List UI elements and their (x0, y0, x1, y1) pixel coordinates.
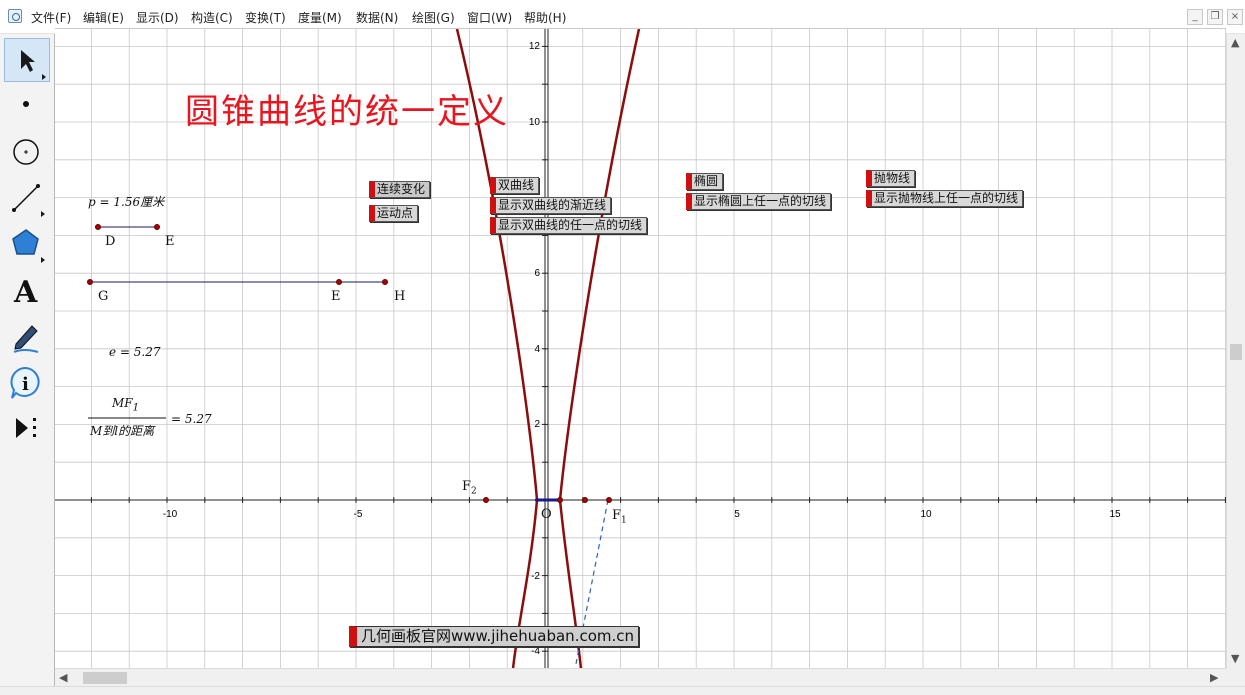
focus-f1-point (606, 497, 612, 503)
label-h: H (394, 289, 406, 304)
point-g (87, 279, 93, 285)
compass-circle-icon[interactable] (4, 130, 50, 174)
axis-point (582, 497, 588, 503)
minimize-icon[interactable]: _ (1187, 9, 1203, 25)
polygon-icon[interactable] (4, 222, 50, 266)
horizontal-scrollbar[interactable]: ◀ ▶ (55, 668, 1226, 686)
menu-display[interactable]: 显示(D) (136, 9, 179, 26)
scroll-up-icon[interactable]: ▲ (1231, 36, 1239, 49)
info-tool-glyph: i (22, 374, 29, 395)
vertex-right-point (557, 497, 563, 503)
straightedge-icon[interactable] (4, 176, 50, 220)
menu-window[interactable]: 窗口(W) (467, 9, 512, 26)
point-d (95, 224, 101, 230)
label-origin: O (541, 507, 552, 522)
menu-help[interactable]: 帮助(H) (524, 9, 566, 26)
menu-transform[interactable]: 变换(T) (245, 9, 286, 26)
point-e2 (336, 279, 342, 285)
x-tick-label: 15 (1109, 509, 1121, 520)
y-tick-label: -2 (531, 571, 540, 582)
ratio-numerator-subscript: 1 (132, 402, 139, 414)
x-tick-label: 10 (920, 509, 932, 520)
label-e2: E (331, 289, 341, 304)
x-tick-label: -5 (354, 509, 363, 520)
continuous-change-button[interactable]: 连续变化 (369, 181, 431, 198)
measure-e: e = 5.27 (109, 345, 161, 359)
label-f1-subscript: 1 (621, 515, 627, 526)
app-icon[interactable] (8, 9, 22, 23)
menu-measure[interactable]: 度量(M) (298, 9, 342, 26)
watermark-link[interactable]: 几何画板官网www.jihehuaban.com.cn (349, 626, 640, 647)
page-title: 圆锥曲线的统一定义 (185, 92, 509, 132)
origin-point (535, 498, 539, 502)
point-tool-icon[interactable] (4, 84, 50, 128)
label-f1: F1 (612, 508, 627, 526)
close-icon[interactable]: × (1227, 9, 1243, 25)
sketch-canvas[interactable]: -10 -5 5 10 15 12 10 6 4 2 -2 -4 圆锥曲线的统一… (55, 28, 1226, 669)
menu-construct[interactable]: 构造(C) (191, 9, 233, 26)
menu-edit[interactable]: 编辑(E) (83, 9, 124, 26)
y-tick-label: 10 (529, 117, 541, 128)
marker-pen-icon[interactable] (4, 314, 50, 358)
show-ellipse-tangent-button[interactable]: 显示椭圆上任一点的切线 (686, 193, 832, 210)
custom-tools-icon[interactable] (4, 406, 50, 450)
toolbox: A i (0, 34, 55, 686)
horizontal-scroll-thumb[interactable] (83, 672, 127, 684)
label-g: G (98, 289, 109, 304)
status-bar (0, 686, 1245, 695)
ratio-denominator: M到l的距离 (90, 424, 155, 438)
point-e1 (154, 224, 160, 230)
label-e1: E (165, 234, 175, 249)
label-d: D (105, 234, 116, 249)
vertical-scroll-thumb[interactable] (1230, 344, 1242, 360)
y-tick-label: 4 (534, 344, 540, 355)
x-tick-label: 5 (734, 509, 740, 520)
y-tick-label: 12 (529, 41, 541, 52)
menu-file[interactable]: 文件(F) (31, 9, 71, 26)
ratio-numerator: MF1 (112, 396, 139, 414)
ratio-value: = 5.27 (171, 412, 212, 426)
scroll-right-icon[interactable]: ▶ (1210, 671, 1218, 684)
information-icon[interactable]: i (4, 360, 50, 404)
restore-icon[interactable]: ❐ (1207, 9, 1223, 25)
measure-p: p = 1.56厘米 (88, 195, 165, 209)
focus-f2-point (483, 497, 489, 503)
hyperbola-button[interactable]: 双曲线 (490, 177, 540, 194)
label-f2-subscript: 2 (471, 486, 477, 497)
y-tick-label: 2 (534, 419, 540, 430)
menu-data[interactable]: 数据(N) (356, 9, 398, 26)
ellipse-button[interactable]: 椭圆 (686, 173, 724, 190)
parabola-button[interactable]: 抛物线 (866, 170, 916, 187)
move-point-button[interactable]: 运动点 (369, 205, 419, 222)
scroll-down-icon[interactable]: ▼ (1231, 652, 1239, 665)
scroll-left-icon[interactable]: ◀ (59, 671, 67, 684)
menu-graph[interactable]: 绘图(G) (412, 9, 455, 26)
arrow-select-icon[interactable] (4, 38, 50, 82)
point-h (382, 279, 388, 285)
show-hyperbola-tangent-button[interactable]: 显示双曲线的任一点的切线 (490, 217, 648, 234)
y-tick-label: 6 (534, 268, 540, 279)
show-asymptotes-button[interactable]: 显示双曲线的渐近线 (490, 197, 612, 214)
show-parabola-tangent-button[interactable]: 显示抛物线上任一点的切线 (866, 190, 1024, 207)
text-tool-icon[interactable]: A (4, 268, 50, 312)
text-tool-glyph: A (13, 275, 38, 310)
label-f2: F2 (462, 479, 477, 497)
vertical-scrollbar[interactable]: ▲ ▼ (1226, 34, 1245, 668)
x-tick-label: -10 (163, 509, 178, 520)
y-tick-label: -4 (531, 646, 540, 657)
